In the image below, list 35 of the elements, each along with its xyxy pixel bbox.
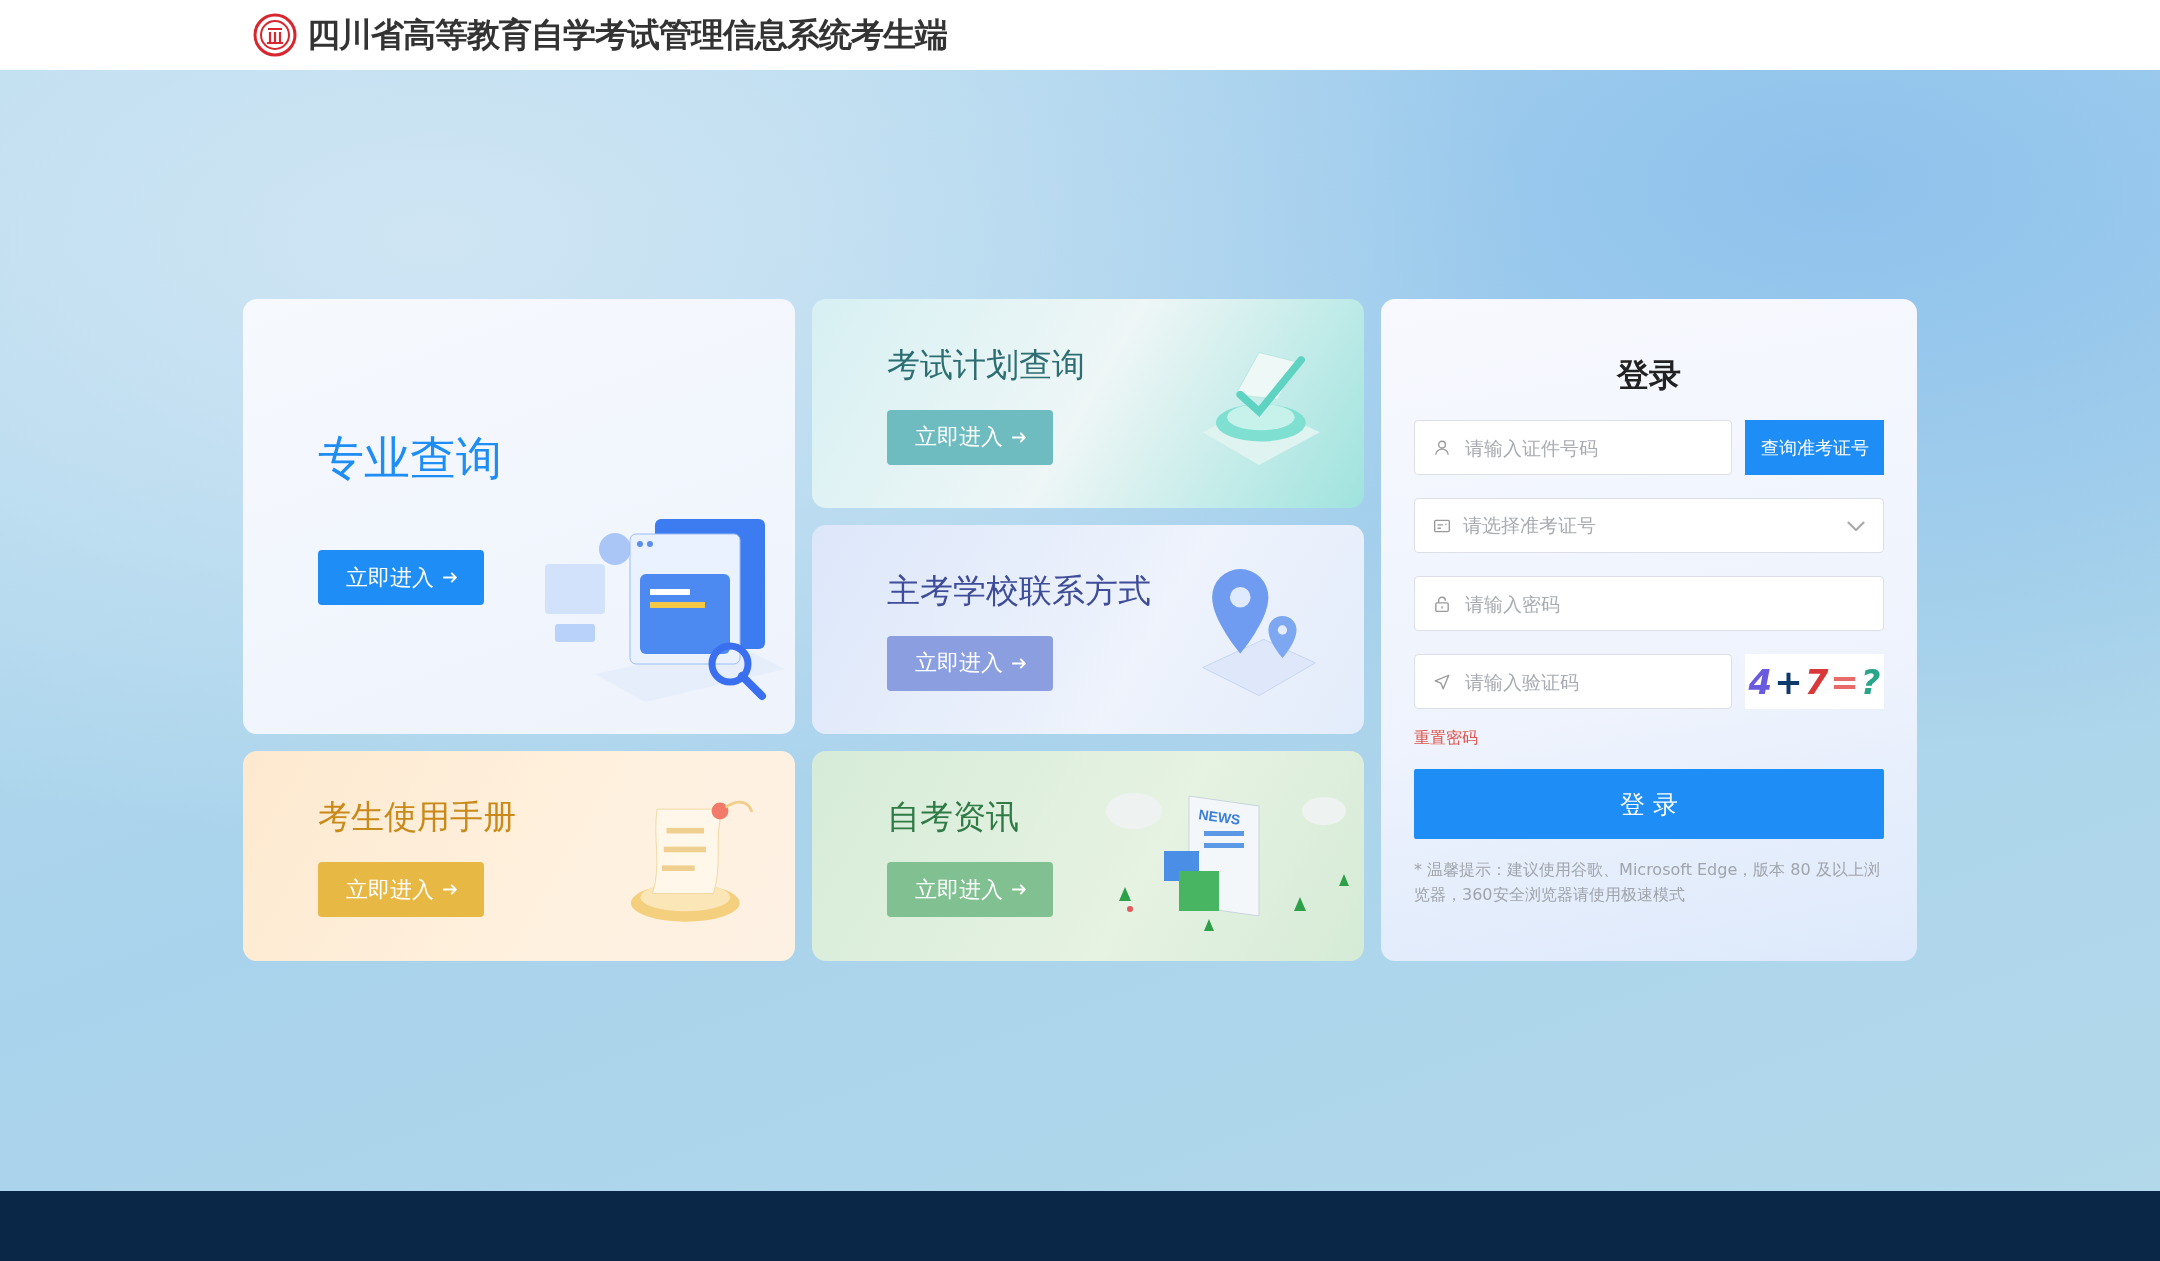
admission-number-select[interactable]: 请选择准考证号	[1414, 498, 1884, 553]
id-field[interactable]: 请输入证件号码	[1414, 420, 1732, 475]
arrow-right-icon	[1010, 431, 1026, 443]
arrow-right-icon	[441, 572, 457, 583]
captcha-field[interactable]: 请输入验证码	[1414, 654, 1732, 709]
arrow-right-icon	[441, 884, 457, 895]
card-title: 考生使用手册	[318, 796, 516, 838]
send-icon	[1433, 672, 1451, 691]
password-input[interactable]: 请输入密码	[1463, 591, 1865, 616]
enter-button[interactable]: 立即进入	[887, 635, 1053, 691]
newspaper-trees-drawing: NEWS	[1094, 771, 1354, 941]
card-title: 考试计划查询	[887, 343, 1085, 386]
browser-hint-text: * 温馨提示：建议使用谷歌、Microsoft Edge，版本 80 及以上浏览器，360安全浏览器请使用极速模式	[1414, 859, 1881, 906]
chevron-down-icon	[1847, 520, 1865, 531]
card-title: 专业查询	[318, 430, 502, 487]
card-title: 自考资讯	[887, 796, 1019, 838]
lock-icon	[1433, 594, 1451, 613]
user-icon	[1433, 438, 1451, 457]
arrow-right-icon	[1010, 884, 1026, 895]
emblem-logo-icon	[253, 13, 297, 57]
site-title: 四川省高等教育自学考试管理信息系统考生端	[307, 13, 947, 56]
login-button[interactable]: 登 录	[1414, 769, 1884, 839]
card-title: 主考学校联系方式	[887, 569, 1151, 612]
reset-password-link[interactable]: 重置密码	[1414, 728, 1478, 749]
arrow-right-icon	[1010, 657, 1026, 669]
enter-button[interactable]: 立即进入	[318, 550, 484, 605]
password-field[interactable]: 请输入密码	[1414, 576, 1884, 631]
enter-button[interactable]: 立即进入	[887, 409, 1053, 465]
login-title: 登录	[1617, 355, 1681, 396]
captcha-image[interactable]: 4+7=?	[1745, 654, 1884, 709]
captcha-input[interactable]: 请输入验证码	[1463, 669, 1713, 694]
enter-button[interactable]: 立即进入	[318, 862, 484, 917]
enter-button[interactable]: 立即进入	[887, 862, 1053, 917]
query-button[interactable]: 查询准考证号	[1745, 420, 1884, 475]
id-input[interactable]: 请输入证件号码	[1463, 435, 1713, 460]
